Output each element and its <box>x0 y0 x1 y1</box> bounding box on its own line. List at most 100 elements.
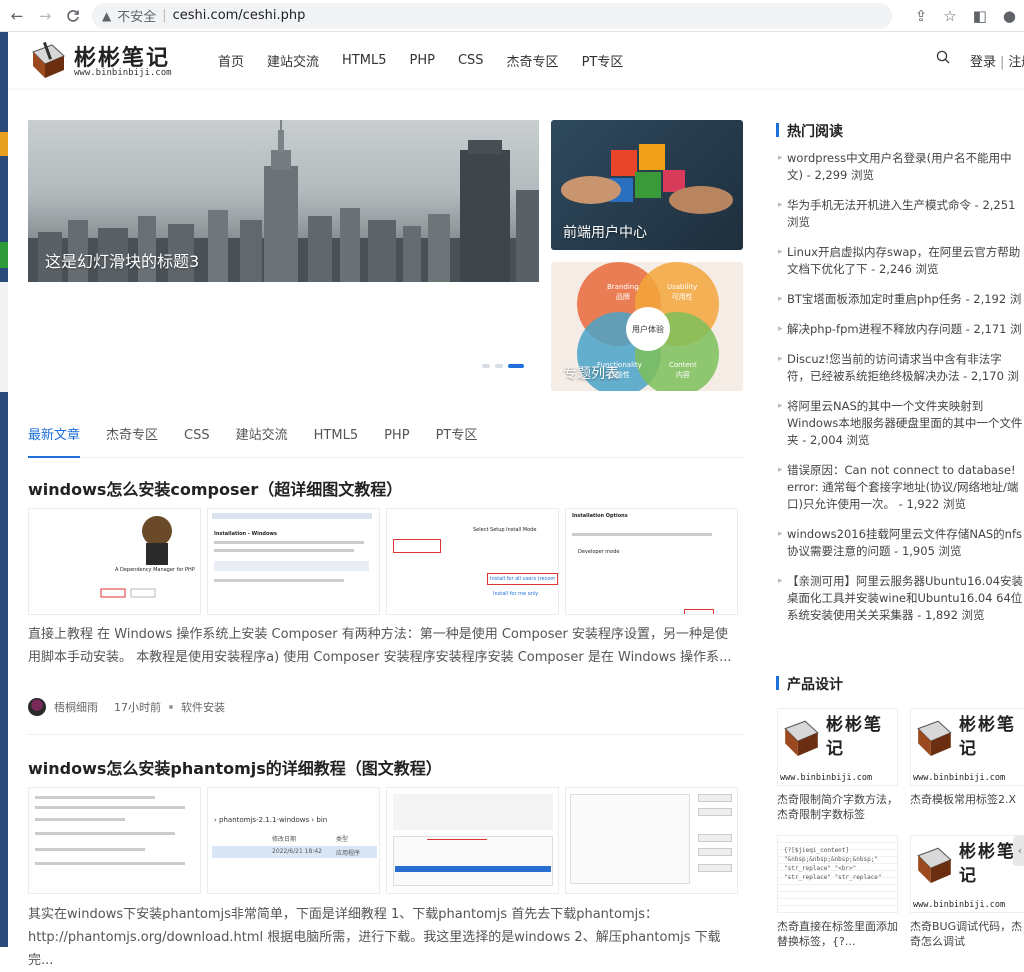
hot-reading-heading: 热门阅读 <box>776 121 843 141</box>
code-screenshot: {?[$jieqi_content] "&nbsp;&nbsp;&nbsp;&nb… <box>784 847 882 881</box>
article-thumbnail[interactable]: Installation - Windows <box>207 508 380 615</box>
product-caption: 杰奇直接在标签里面添加替换标签，{?... <box>777 920 898 948</box>
article-thumbnail[interactable]: Installation Options Developer mode <box>565 508 738 615</box>
product-logo-subtitle: www.binbinbiji.com <box>913 900 1006 910</box>
article-excerpt: 直接上教程 在 Windows 操作系统上安装 Composer 有两种方法：第… <box>28 627 732 665</box>
tab-latest[interactable]: 最新文章 <box>28 424 81 458</box>
ux-usability-label: Usability 可用性 <box>667 283 698 301</box>
back-button[interactable]: ← <box>6 5 28 27</box>
product-caption: 杰奇限制简介字数方法，杰奇限制字数标签 <box>777 793 898 821</box>
tab-jieqi[interactable]: 杰奇专区 <box>106 424 158 458</box>
nav-css[interactable]: CSS <box>458 53 484 68</box>
search-icon[interactable] <box>936 50 950 64</box>
author-avatar[interactable] <box>28 698 46 716</box>
forward-button[interactable]: → <box>34 5 56 27</box>
article-thumbnail[interactable] <box>28 787 201 894</box>
book-logo-icon <box>917 847 952 883</box>
thumb-caption: 应用程序 <box>336 850 361 857</box>
product-card[interactable]: {?[$jieqi_content] "&nbsp;&nbsp;&nbsp;&nb… <box>777 835 900 949</box>
hot-item[interactable]: 解决php-fpm进程不释放内存问题 - 2,171 浏览 <box>778 321 1024 338</box>
product-logo-subtitle: www.binbinbiji.com <box>780 773 873 783</box>
share-icon[interactable]: ⇪ <box>915 7 928 25</box>
hot-item[interactable]: windows2016挂载阿里云文件存储NAS的nfs协议需要注意的问题 - 1… <box>778 526 1024 560</box>
bookmark-star-icon[interactable]: ☆ <box>943 7 956 25</box>
post-time: 17小时前 <box>114 701 161 714</box>
thumb-caption: A Dependency Manager for PHP <box>115 567 195 573</box>
slider-dot-active[interactable] <box>508 364 524 368</box>
slider-dots <box>482 364 524 368</box>
nav-home[interactable]: 首页 <box>218 51 244 70</box>
tab-pt[interactable]: PT专区 <box>436 424 478 458</box>
slider-dot[interactable] <box>482 364 490 368</box>
article-thumbnail[interactable]: Select Setup Install Mode Install for al… <box>386 508 559 615</box>
meta-separator-dot <box>169 705 173 709</box>
nav-php[interactable]: PHP <box>409 53 434 68</box>
tab-php[interactable]: PHP <box>384 424 409 458</box>
slide-caption[interactable]: 这是幻灯滑块的标题3 <box>45 248 199 272</box>
product-card[interactable]: 彬彬笔记 www.binbinbiji.com 杰奇限制简介字数方法，杰奇限制字… <box>777 708 900 822</box>
tab-html5[interactable]: HTML5 <box>314 424 358 458</box>
article-thumbnail[interactable] <box>386 787 559 894</box>
feature-tile-user-center[interactable]: 前端用户中心 <box>551 120 743 250</box>
nav-webmaster[interactable]: 建站交流 <box>267 51 319 70</box>
hot-item[interactable]: 将阿里云NAS的其中一个文件夹映射到Windows本地服务器硬盘里面的其中一个文… <box>778 398 1024 449</box>
tile-caption-topics: 专题列表 <box>563 366 619 382</box>
ux-branding-label: Branding 品牌 <box>607 283 639 301</box>
product-card[interactable]: 彬彬笔记 www.binbinbiji.com 杰奇模板常用标签2.X <box>910 708 1024 822</box>
tab-css[interactable]: CSS <box>184 424 210 458</box>
article-thumbnail[interactable]: A Dependency Manager for PHP <box>28 508 201 615</box>
thumb-caption: Install for me only <box>493 591 539 597</box>
article-thumbnail[interactable] <box>565 787 738 894</box>
insecure-label: 不安全 <box>117 10 157 25</box>
tab-webmaster[interactable]: 建站交流 <box>236 424 288 458</box>
nav-jieqi[interactable]: 杰奇专区 <box>507 51 559 70</box>
login-link[interactable]: 登录 <box>970 55 996 70</box>
hot-item[interactable]: Linux开启虚拟内存swap，在阿里云官方帮助文档下优化了下 - 2,246 … <box>778 244 1024 278</box>
thumb-caption: Installation Options <box>572 513 628 519</box>
author-name[interactable]: 梧桐细雨 <box>54 699 98 715</box>
article-card: windows怎么安装phantomjs的详细教程（图文教程） › phanto… <box>28 755 743 968</box>
category-tabs: 最新文章 杰奇专区 CSS 建站交流 HTML5 PHP PT专区 <box>28 424 743 458</box>
site-logo[interactable]: 彬彬笔记 www.binbinbiji.com <box>30 38 180 82</box>
nav-pt[interactable]: PT专区 <box>582 51 624 70</box>
hero-slider[interactable]: 这是幻灯滑块的标题3 <box>28 120 539 282</box>
hot-item[interactable]: Discuz!您当前的访问请求当中含有非法字符，已经被系统拒绝终极解决办法 - … <box>778 351 1024 385</box>
thumb-caption: Select Setup Install Mode <box>473 527 537 533</box>
article-meta: 梧桐细雨 17小时前 软件安装 <box>28 698 225 716</box>
article-thumbnails: A Dependency Manager for PHP Installatio… <box>28 508 738 615</box>
product-image: 彬彬笔记 www.binbinbiji.com <box>910 708 1024 786</box>
product-logo-subtitle: www.binbinbiji.com <box>913 773 1006 783</box>
hot-reading-list: wordpress中文用户名登录(用户名不能用中文) - 2,299 浏览 华为… <box>778 150 1024 637</box>
logo-subtitle: www.binbinbiji.com <box>74 68 172 78</box>
auth-links: 登录|注册 <box>970 51 1024 70</box>
hot-item[interactable]: wordpress中文用户名登录(用户名不能用中文) - 2,299 浏览 <box>778 150 1024 184</box>
hot-item[interactable]: 华为手机无法开机进入生产模式命令 - 2,251 浏览 <box>778 197 1024 231</box>
book-logo-icon <box>784 720 819 756</box>
profile-icon[interactable]: ● <box>1003 7 1016 25</box>
article-title[interactable]: windows怎么安装composer（超详细图文教程） <box>28 476 743 500</box>
article-title[interactable]: windows怎么安装phantomjs的详细教程（图文教程） <box>28 755 743 779</box>
nav-html5[interactable]: HTML5 <box>342 53 386 68</box>
slider-dot[interactable] <box>495 364 503 368</box>
carousel-prev-handle[interactable]: ‹ <box>1013 836 1024 866</box>
thumb-caption: › phantomjs-2.1.1-windows › bin <box>214 816 328 824</box>
product-card[interactable]: 彬彬笔记 www.binbinbiji.com 杰奇BUG调试代码，杰奇怎么调试 <box>910 835 1024 949</box>
product-logo-title: 彬彬笔记 <box>959 715 1016 759</box>
hot-item[interactable]: BT宝塔面板添加定时重启php任务 - 2,192 浏览 <box>778 291 1024 308</box>
product-image: {?[$jieqi_content] "&nbsp;&nbsp;&nbsp;&nb… <box>777 835 898 913</box>
reload-button[interactable] <box>62 5 84 27</box>
url-separator: | <box>162 8 167 23</box>
article-card: windows怎么安装composer（超详细图文教程） A Dependenc… <box>28 476 743 721</box>
reload-icon <box>67 9 79 22</box>
product-image: 彬彬笔记 www.binbinbiji.com <box>910 835 1024 913</box>
book-logo-icon <box>32 41 65 78</box>
hot-item[interactable]: 错误原因：Can not connect to database! error:… <box>778 462 1024 513</box>
register-link[interactable]: 注册 <box>1008 55 1024 70</box>
background-window-edge <box>0 32 8 947</box>
feature-tile-topics[interactable]: Branding 品牌 Usability 可用性 Functionality 功能性… <box>551 262 743 391</box>
post-category[interactable]: 软件安装 <box>181 699 225 715</box>
sidebar-toggle-icon[interactable]: ◧ <box>973 7 987 25</box>
address-bar[interactable]: ▲ 不安全 | ceshi.com/ceshi.php <box>92 2 892 29</box>
hot-item[interactable]: 【亲测可用】阿里云服务器Ubuntu16.04安装桌面化工具并安装wine和Ub… <box>778 573 1024 624</box>
article-thumbnail[interactable]: › phantomjs-2.1.1-windows › bin 修改日期 类型 … <box>207 787 380 894</box>
